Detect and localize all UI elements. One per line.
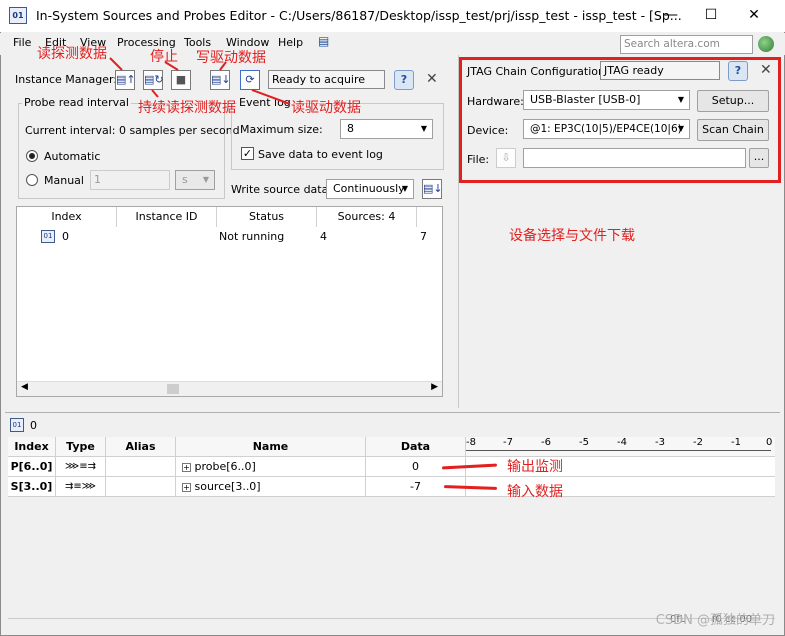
arrow-write-drive (219, 61, 227, 71)
annotation-arrows (109, 57, 291, 105)
arrow-read-drive (251, 89, 291, 105)
watermark-text: CSDN @孤独的单刀 (655, 613, 775, 628)
arrow-continuous-read (151, 89, 159, 98)
arrow-read-probe (109, 57, 123, 71)
arrow-stop (164, 61, 179, 71)
